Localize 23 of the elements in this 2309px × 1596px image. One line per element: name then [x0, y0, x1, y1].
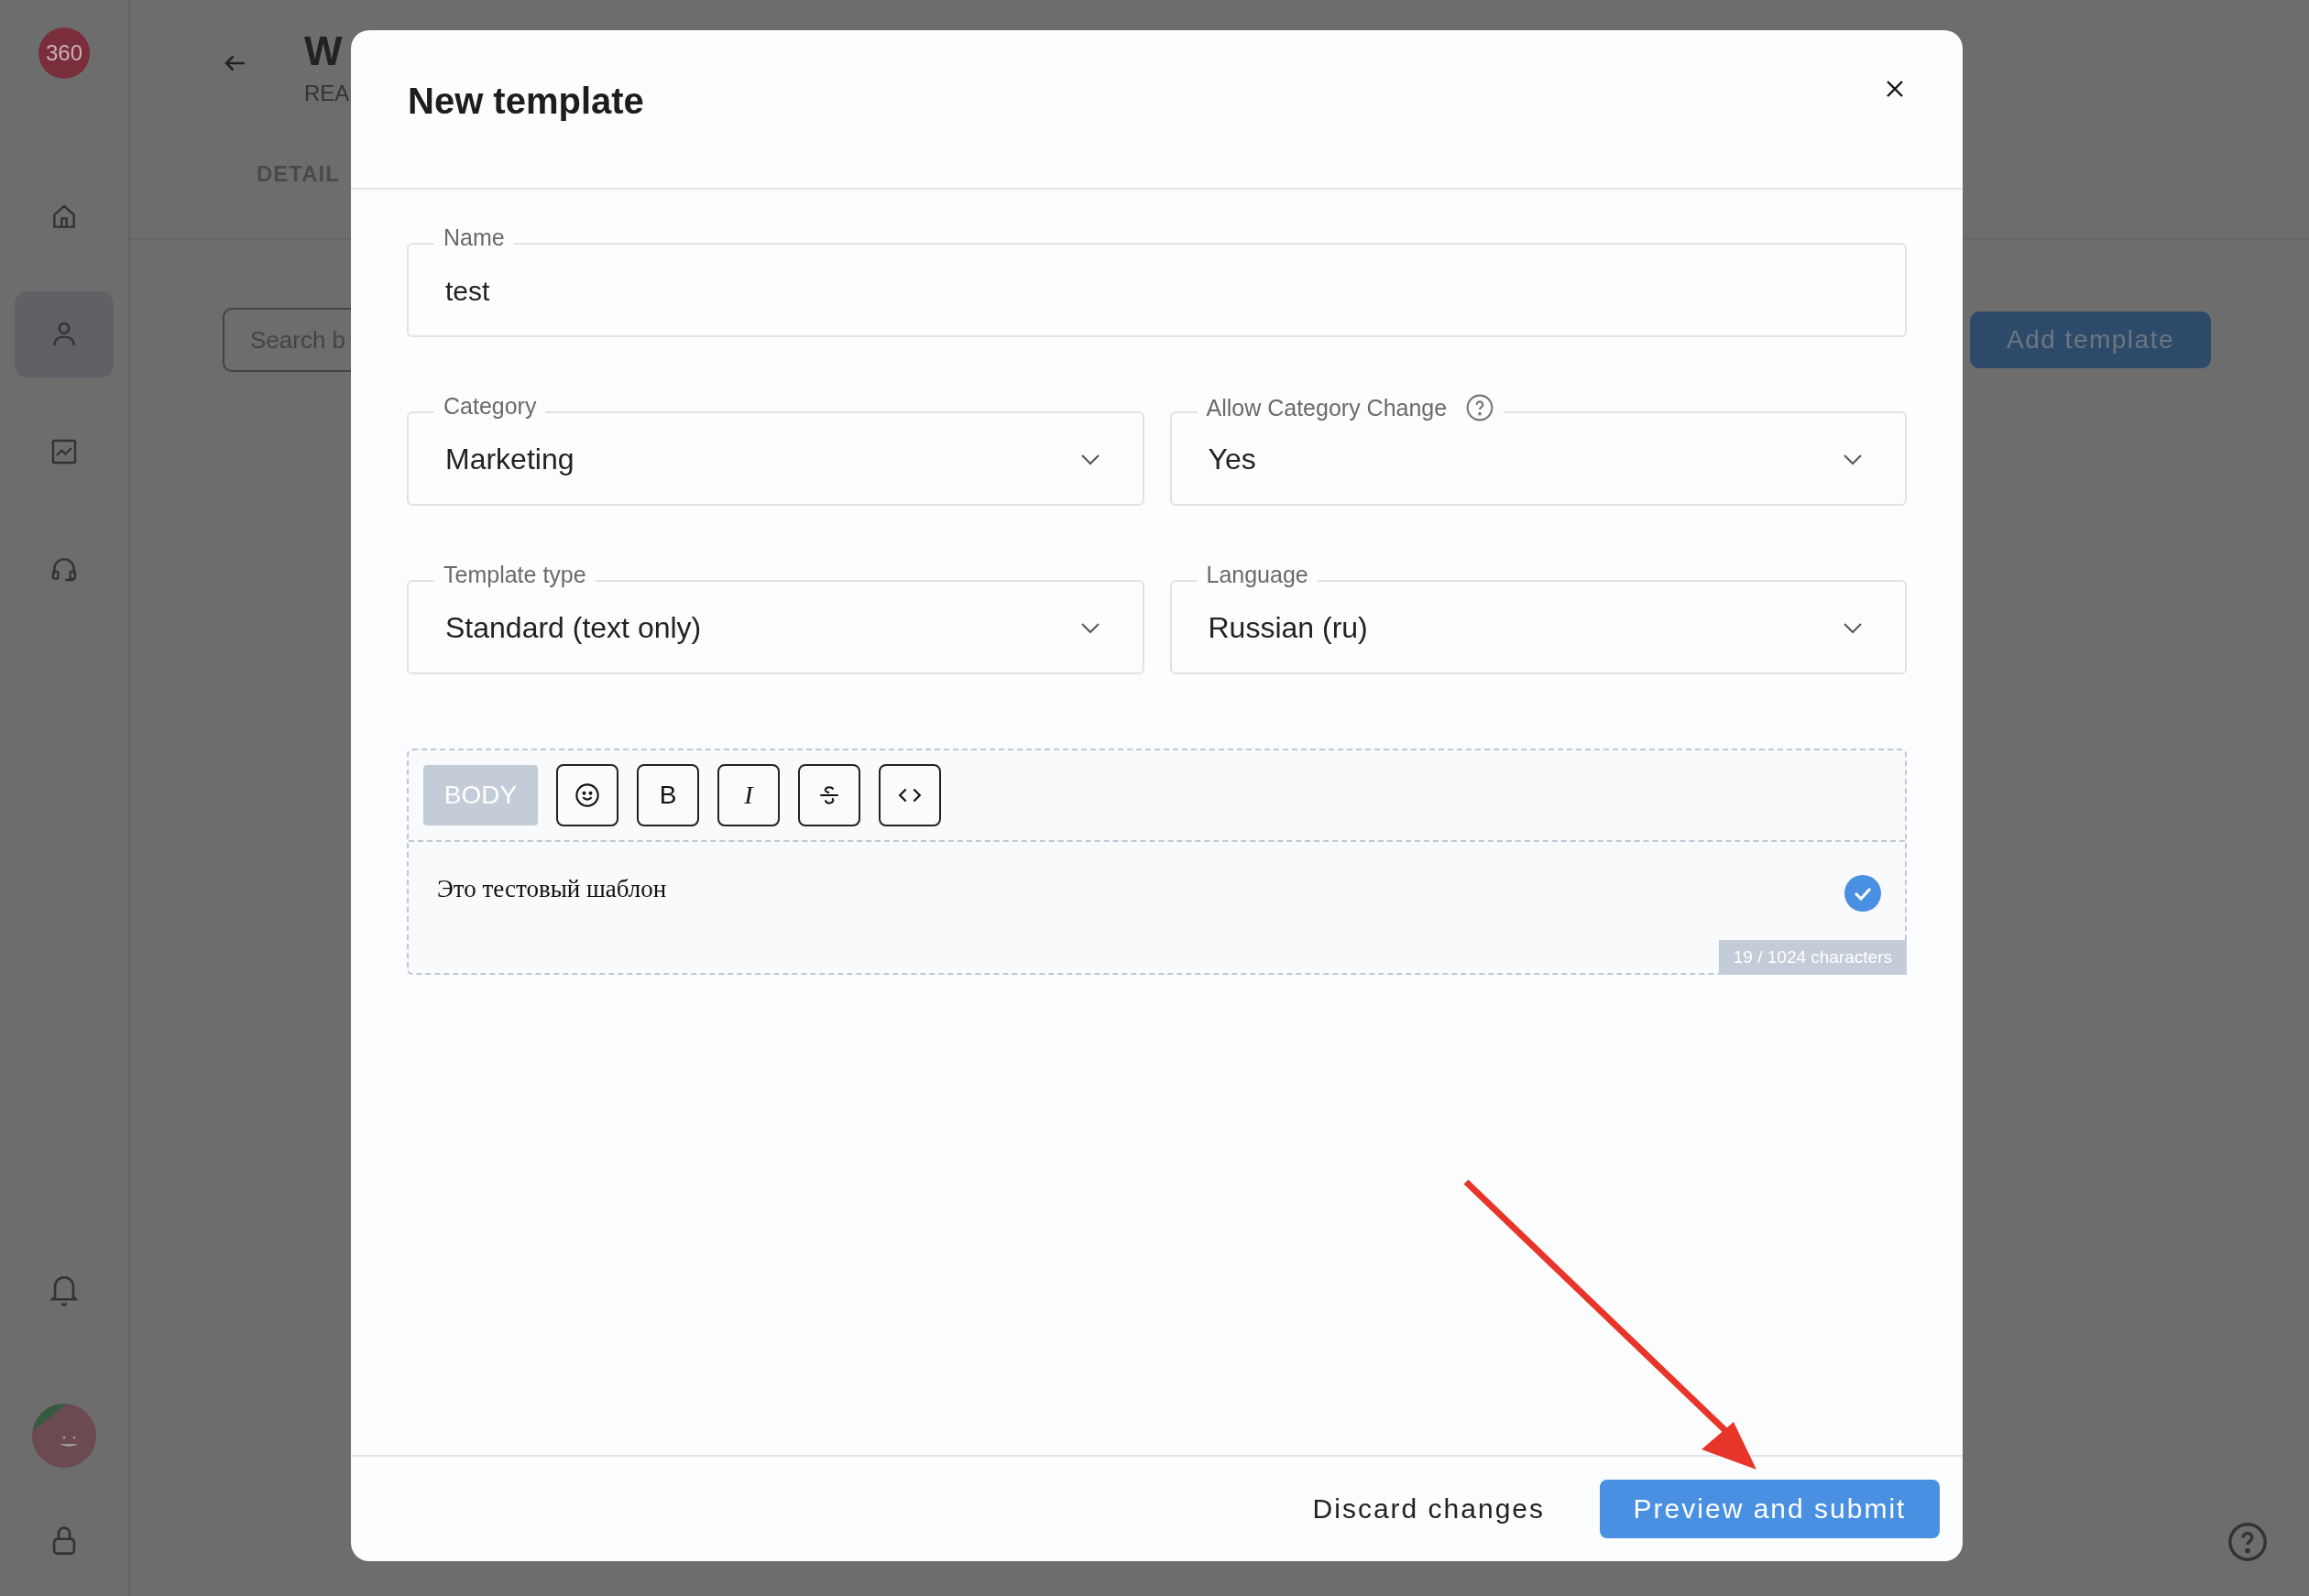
chevron-down-icon [1843, 454, 1863, 466]
body-text[interactable]: Это тестовый шаблон [437, 875, 667, 903]
discard-button[interactable]: Discard changes [1307, 1492, 1550, 1525]
strikethrough-button[interactable] [798, 764, 860, 826]
chevron-down-icon [1079, 622, 1100, 635]
format-button[interactable]: I [717, 764, 780, 826]
chevron-down-icon [1843, 622, 1863, 635]
code-button[interactable] [879, 764, 941, 826]
avatar-icon[interactable] [32, 1404, 96, 1468]
format-button[interactable]: B [637, 764, 699, 826]
strikethrough-icon [817, 783, 841, 807]
character-counter: 19 / 1024 characters [1718, 940, 1907, 975]
help-icon[interactable] [1465, 393, 1495, 422]
chart-icon [49, 437, 79, 466]
help-icon[interactable] [2227, 1521, 2269, 1563]
page-title: W [304, 31, 344, 71]
lock-icon[interactable] [50, 1525, 78, 1556]
page-subtitle: REA [304, 81, 350, 106]
dialog-title: New template [408, 80, 644, 122]
smiley-icon [575, 782, 600, 808]
logo[interactable]: 360 [38, 27, 90, 79]
emoji-button[interactable] [556, 764, 618, 826]
chevron-down-icon [1079, 454, 1100, 466]
